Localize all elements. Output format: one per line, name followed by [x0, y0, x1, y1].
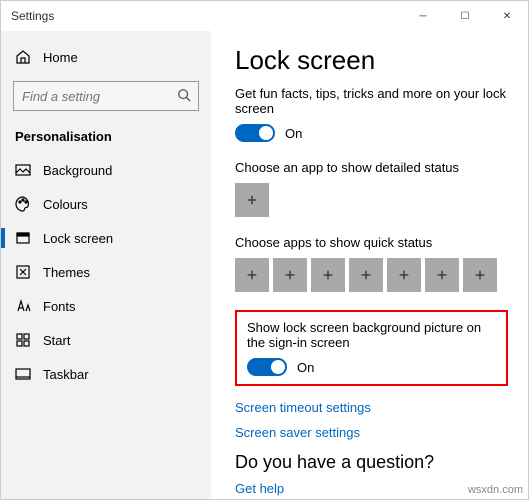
plus-icon	[321, 268, 335, 282]
question-heading: Do you have a question?	[235, 452, 508, 473]
section-title: Personalisation	[1, 123, 211, 152]
signin-bg-highlight: Show lock screen background picture on t…	[235, 310, 508, 386]
titlebar: Settings ─ ☐ ✕	[1, 1, 528, 31]
home-nav[interactable]: Home	[1, 41, 211, 73]
quick-status-tiles	[235, 258, 508, 292]
search-wrap	[13, 81, 199, 111]
settings-window: Settings ─ ☐ ✕ Home Personalisation Back…	[0, 0, 529, 500]
signin-bg-label: Show lock screen background picture on t…	[247, 320, 496, 350]
quick-app-tile-3[interactable]	[311, 258, 345, 292]
quick-app-tile-2[interactable]	[273, 258, 307, 292]
page-title: Lock screen	[235, 45, 508, 76]
sidebar-item-taskbar[interactable]: Taskbar	[1, 358, 211, 390]
sidebar-item-lock-screen[interactable]: Lock screen	[1, 222, 211, 254]
nav-label: Themes	[43, 265, 90, 280]
plus-icon	[245, 193, 259, 207]
quick-status-block: Choose apps to show quick status	[235, 235, 508, 292]
minimize-button[interactable]: ─	[402, 1, 444, 31]
sidebar: Home Personalisation Background Colours …	[1, 31, 211, 499]
fun-facts-toggle[interactable]	[235, 124, 275, 142]
quick-app-tile-1[interactable]	[235, 258, 269, 292]
maximize-button[interactable]: ☐	[444, 1, 486, 31]
quick-status-label: Choose apps to show quick status	[235, 235, 508, 250]
plus-icon	[359, 268, 373, 282]
detailed-status-tiles	[235, 183, 508, 217]
plus-icon	[397, 268, 411, 282]
signin-bg-state: On	[297, 360, 314, 375]
toggle-knob	[271, 360, 285, 374]
quick-app-tile-5[interactable]	[387, 258, 421, 292]
start-icon	[15, 332, 31, 348]
quick-app-tile-4[interactable]	[349, 258, 383, 292]
plus-icon	[283, 268, 297, 282]
fun-facts-toggle-row: On	[235, 124, 508, 142]
nav-label: Taskbar	[43, 367, 89, 382]
main-panel: Lock screen Get fun facts, tips, tricks …	[211, 31, 528, 499]
window-body: Home Personalisation Background Colours …	[1, 31, 528, 499]
nav-label: Fonts	[43, 299, 76, 314]
quick-app-tile-7[interactable]	[463, 258, 497, 292]
home-label: Home	[43, 50, 78, 65]
plus-icon	[473, 268, 487, 282]
nav-label: Lock screen	[43, 231, 113, 246]
sidebar-item-fonts[interactable]: Fonts	[1, 290, 211, 322]
signin-bg-toggle[interactable]	[247, 358, 287, 376]
plus-icon	[435, 268, 449, 282]
quick-app-tile-6[interactable]	[425, 258, 459, 292]
screen-timeout-link[interactable]: Screen timeout settings	[235, 400, 508, 415]
palette-icon	[15, 196, 31, 212]
detailed-status-block: Choose an app to show detailed status	[235, 160, 508, 217]
screen-saver-link[interactable]: Screen saver settings	[235, 425, 508, 440]
taskbar-icon	[15, 366, 31, 382]
nav-label: Colours	[43, 197, 88, 212]
watermark: wsxdn.com	[468, 484, 523, 496]
app-title: Settings	[11, 9, 54, 23]
fonts-icon	[15, 298, 31, 314]
sidebar-item-start[interactable]: Start	[1, 324, 211, 356]
add-detailed-app-tile[interactable]	[235, 183, 269, 217]
search-input[interactable]	[13, 81, 199, 111]
fun-facts-label: Get fun facts, tips, tricks and more on …	[235, 86, 508, 116]
nav-label: Start	[43, 333, 70, 348]
nav-label: Background	[43, 163, 112, 178]
themes-icon	[15, 264, 31, 280]
signin-bg-toggle-row: On	[247, 358, 496, 376]
fun-facts-block: Get fun facts, tips, tricks and more on …	[235, 86, 508, 142]
search-icon	[177, 88, 191, 102]
window-controls: ─ ☐ ✕	[402, 1, 528, 31]
detailed-status-label: Choose an app to show detailed status	[235, 160, 508, 175]
home-icon	[15, 49, 31, 65]
fun-facts-state: On	[285, 126, 302, 141]
plus-icon	[245, 268, 259, 282]
sidebar-item-background[interactable]: Background	[1, 154, 211, 186]
lock-screen-icon	[15, 230, 31, 246]
sidebar-item-themes[interactable]: Themes	[1, 256, 211, 288]
picture-icon	[15, 162, 31, 178]
sidebar-item-colours[interactable]: Colours	[1, 188, 211, 220]
toggle-knob	[259, 126, 273, 140]
close-button[interactable]: ✕	[486, 1, 528, 31]
